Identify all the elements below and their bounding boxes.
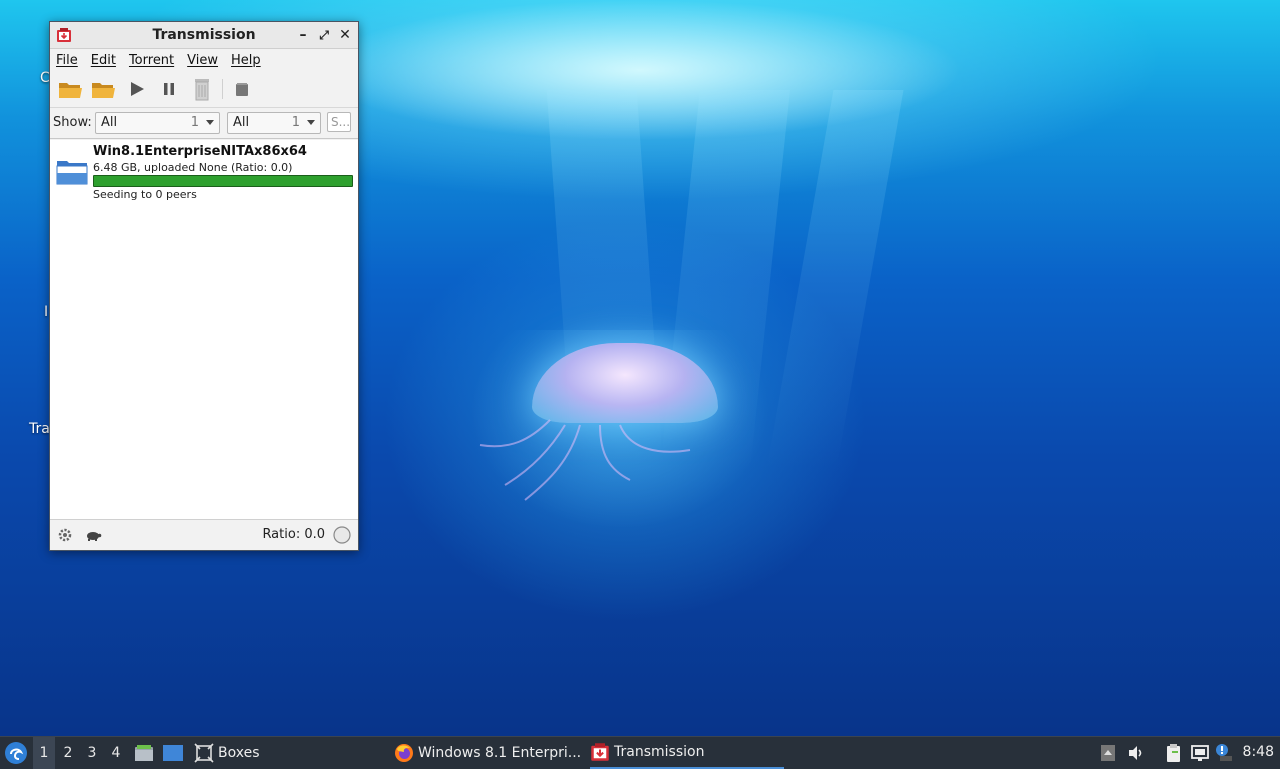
app-menu-icon[interactable] (4, 741, 28, 765)
close-button[interactable]: ✕ (336, 26, 354, 44)
start-icon[interactable] (123, 76, 151, 102)
filterbar: Show: All 1 All 1 S... (50, 108, 358, 139)
toolbar-separator (222, 79, 223, 99)
boxes-icon (194, 743, 214, 763)
volume-icon[interactable] (1126, 743, 1146, 763)
gear-icon[interactable] (56, 526, 74, 544)
clock[interactable]: 8:48 (1243, 744, 1274, 760)
folder-icon (56, 161, 88, 185)
tray-arrow-up-icon[interactable] (1098, 743, 1118, 763)
menubar: File Edit Torrent View Help (50, 49, 358, 71)
pause-icon[interactable] (155, 76, 183, 102)
jellyfish-tentacles (479, 419, 691, 501)
workspace-1[interactable]: 1 (33, 737, 55, 769)
turtle-icon[interactable] (84, 527, 102, 543)
activity-filter-count: 1 (190, 115, 199, 130)
ratio-text: Ratio: 0.0 (262, 527, 325, 542)
open-folder-icon[interactable] (89, 76, 117, 102)
menu-help[interactable]: Help (231, 53, 261, 68)
window-titlebar[interactable]: Transmission – ⤢ ✕ (50, 22, 358, 49)
open-torrent-icon[interactable] (56, 76, 84, 102)
file-manager-launcher-icon[interactable] (134, 743, 154, 763)
activity-filter-value: All (101, 115, 118, 130)
desktop: C I Tra Transmission – ⤢ ✕ File Edit Tor… (0, 0, 1280, 736)
clipboard-icon[interactable] (1163, 743, 1183, 763)
tracker-filter-count: 1 (291, 115, 300, 130)
remove-icon[interactable] (188, 76, 216, 102)
chevron-down-icon (307, 120, 315, 125)
maximize-button[interactable]: ⤢ (315, 26, 333, 44)
task-transmission[interactable]: Transmission (590, 737, 784, 769)
statusbar: Ratio: 0.0 (50, 519, 358, 550)
taskbar: 1 2 3 4 Boxes Windows 8.1 Enterpri... Tr… (0, 736, 1280, 769)
transmission-icon (591, 743, 609, 761)
network-icon[interactable] (1190, 743, 1210, 763)
torrent-progress-bar (93, 175, 353, 187)
task-label: Transmission (614, 744, 705, 760)
task-firefox[interactable]: Windows 8.1 Enterpri... (394, 737, 584, 769)
task-boxes[interactable]: Boxes (194, 737, 374, 769)
ratio-toggle-icon[interactable] (332, 525, 352, 545)
torrent-row[interactable]: Win8.1EnterpriseNITAx86x64 6.48 GB, uplo… (50, 140, 358, 204)
desktop-icon-label[interactable]: Tra (29, 421, 50, 437)
light-ray (766, 90, 904, 470)
show-label: Show: (53, 115, 92, 130)
torrent-status: Seeding to 0 peers (93, 188, 197, 201)
workspace-4[interactable]: 4 (105, 737, 127, 769)
torrent-progress-text: 6.48 GB, uploaded None (Ratio: 0.0) (93, 161, 293, 174)
menu-edit[interactable]: Edit (91, 53, 116, 68)
workspace-2[interactable]: 2 (57, 737, 79, 769)
properties-icon[interactable] (228, 76, 256, 102)
torrent-name: Win8.1EnterpriseNITAx86x64 (93, 144, 307, 159)
search-input[interactable]: S... (327, 112, 351, 132)
task-label: Windows 8.1 Enterpri... (418, 745, 582, 761)
tracker-filter-value: All (233, 115, 250, 130)
desktop-icon-label[interactable]: I (44, 304, 48, 320)
transmission-window: Transmission – ⤢ ✕ File Edit Torrent Vie… (49, 21, 359, 551)
firefox-icon (395, 744, 413, 762)
torrent-list: Win8.1EnterpriseNITAx86x64 6.48 GB, uplo… (50, 140, 358, 519)
tracker-filter-select[interactable]: All 1 (227, 112, 321, 134)
chevron-down-icon (206, 120, 214, 125)
menu-torrent[interactable]: Torrent (129, 53, 174, 68)
show-desktop-icon[interactable] (162, 743, 184, 763)
torrent-progress-fill (94, 176, 352, 186)
workspace-3[interactable]: 3 (81, 737, 103, 769)
menu-file[interactable]: File (56, 53, 78, 68)
menu-view[interactable]: View (187, 53, 218, 68)
notification-icon[interactable] (1214, 743, 1234, 763)
toolbar (50, 71, 358, 108)
activity-filter-select[interactable]: All 1 (95, 112, 220, 134)
task-label: Boxes (218, 745, 260, 761)
minimize-button[interactable]: – (294, 26, 312, 44)
